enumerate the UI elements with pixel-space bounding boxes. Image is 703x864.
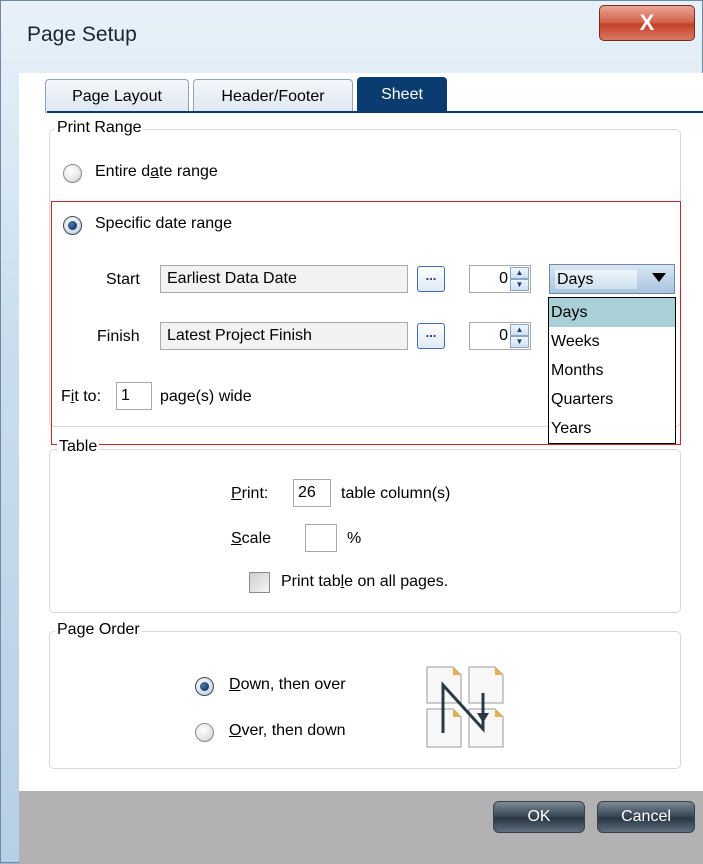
- spin-up-icon[interactable]: ▲: [510, 267, 529, 279]
- scale-label: Scale: [231, 530, 272, 547]
- dialog-title: Page Setup: [27, 23, 137, 46]
- tab-header-footer[interactable]: Header/Footer: [193, 79, 353, 113]
- print-table-all-pages-label[interactable]: Print table on all pages.: [281, 573, 448, 591]
- down-then-over-radio[interactable]: [195, 677, 214, 696]
- unit-dropdown-list: Days Weeks Months Quarters Years: [548, 297, 676, 444]
- start-offset-spinner[interactable]: 0 ▲ ▼: [469, 265, 531, 293]
- unit-option-weeks[interactable]: Weeks: [549, 327, 675, 356]
- scale-input[interactable]: [305, 524, 337, 552]
- button-bar: OK Cancel: [19, 791, 703, 864]
- scale-percent-sign: %: [347, 530, 362, 547]
- print-columns-input[interactable]: 26: [293, 479, 331, 507]
- tab-page-layout[interactable]: Page Layout: [45, 79, 189, 113]
- finish-offset-value: 0: [499, 327, 508, 344]
- start-browse-button[interactable]: ...: [417, 266, 445, 292]
- specific-date-range-radio[interactable]: [63, 216, 82, 235]
- spin-up-icon[interactable]: ▲: [510, 324, 529, 336]
- cancel-button[interactable]: Cancel: [597, 801, 695, 833]
- entire-date-range-radio[interactable]: [63, 164, 82, 183]
- tab-sheet[interactable]: Sheet: [357, 77, 447, 113]
- page-order-legend: Page Order: [55, 621, 142, 639]
- fit-to-label: Fit to:: [61, 388, 102, 405]
- unit-option-years[interactable]: Years: [549, 414, 675, 443]
- dialog-client-area: Page Layout Header/Footer Sheet Print Ra…: [19, 73, 703, 864]
- table-legend: Table: [57, 438, 100, 456]
- close-button[interactable]: X: [599, 5, 695, 41]
- over-then-down-label[interactable]: Over, then down: [229, 722, 346, 740]
- print-columns-suffix: table column(s): [341, 485, 451, 502]
- print-columns-label: Print:: [231, 485, 269, 502]
- fit-to-pages-input[interactable]: 1: [116, 382, 152, 410]
- unit-option-days[interactable]: Days: [549, 298, 675, 327]
- spin-down-icon[interactable]: ▼: [510, 279, 529, 291]
- tab-underline: [47, 111, 703, 113]
- finish-label: Finish: [97, 328, 140, 345]
- print-table-all-pages-checkbox[interactable]: [249, 572, 270, 593]
- start-label: Start: [106, 271, 140, 288]
- down-then-over-label[interactable]: Down, then over: [229, 676, 346, 694]
- specific-date-range-label[interactable]: Specific date range: [95, 215, 232, 233]
- finish-browse-button[interactable]: ...: [417, 323, 445, 349]
- over-then-down-radio[interactable]: [195, 723, 214, 742]
- spin-down-icon[interactable]: ▼: [510, 336, 529, 348]
- unit-selected: Days: [555, 270, 637, 289]
- start-offset-value: 0: [499, 270, 508, 287]
- page-order-group: [49, 631, 681, 769]
- page-setup-dialog: Page Setup X Page Layout Header/Footer S…: [0, 0, 703, 864]
- print-range-legend: Print Range: [55, 119, 144, 137]
- unit-option-quarters[interactable]: Quarters: [549, 385, 675, 414]
- start-date-field[interactable]: Earliest Data Date: [160, 265, 408, 293]
- finish-offset-spinner[interactable]: 0 ▲ ▼: [469, 322, 531, 350]
- ok-button[interactable]: OK: [493, 801, 585, 833]
- dropdown-arrow-icon[interactable]: [652, 273, 666, 282]
- unit-option-months[interactable]: Months: [549, 356, 675, 385]
- finish-date-field[interactable]: Latest Project Finish: [160, 322, 408, 350]
- fit-to-suffix: page(s) wide: [160, 388, 252, 405]
- title-bar: Page Setup X: [1, 1, 703, 55]
- page-order-preview-icon: [426, 666, 504, 748]
- entire-date-range-label[interactable]: Entire date range: [95, 163, 218, 181]
- unit-combobox[interactable]: Days: [549, 264, 675, 294]
